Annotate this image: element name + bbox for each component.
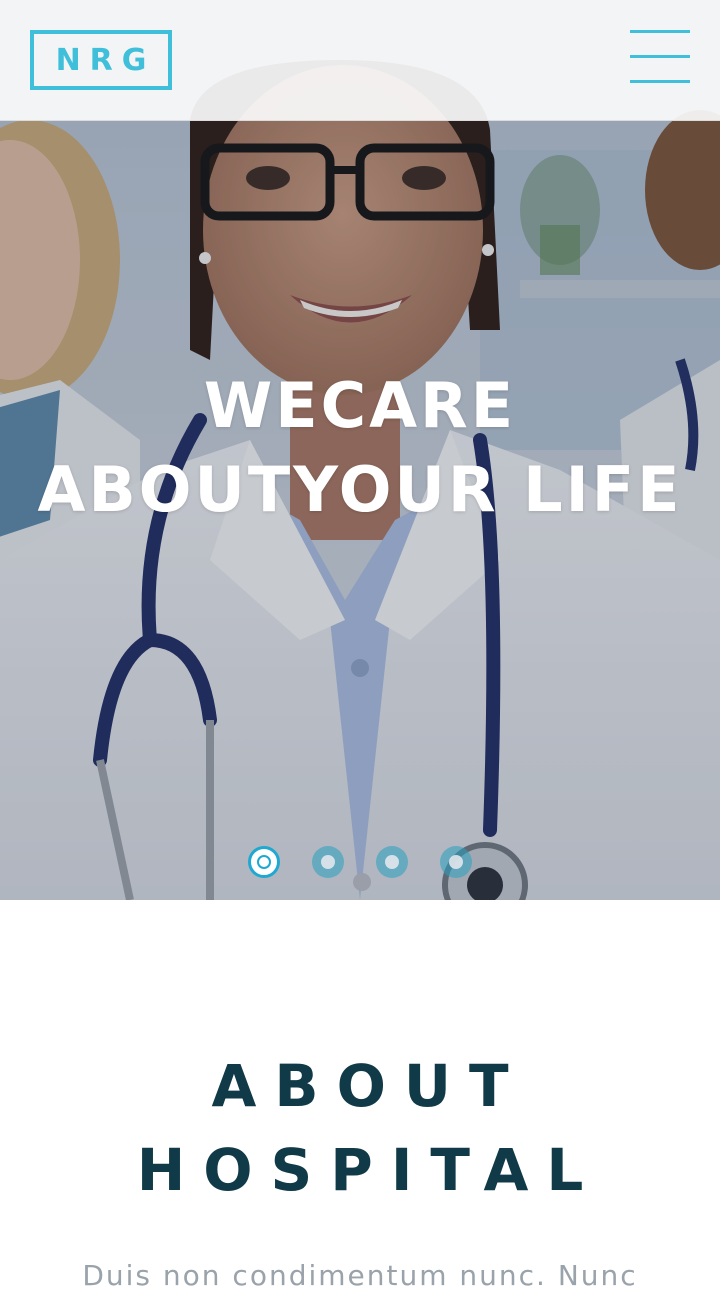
menu-bar-middle [630,55,690,58]
hero-title-line1: WECARE [203,369,517,442]
page: WECARE ABOUTYOUR LIFE NRG ABOUT HOSPITAL… [0,0,720,1314]
menu-bar-bottom [630,80,690,83]
hero-title-line2: ABOUTYOUR LIFE [37,453,683,526]
slider-pagination [0,846,720,878]
menu-bar-top [630,30,690,33]
slider-dot-4[interactable] [440,846,472,878]
slider-dot-2[interactable] [312,846,344,878]
about-section: ABOUT HOSPITAL Duis non condimentum nunc… [0,900,720,1314]
about-title-line1: ABOUT [211,1052,527,1120]
logo[interactable]: NRG [30,30,172,90]
hamburger-menu-icon[interactable] [630,30,690,86]
hero-slider: WECARE ABOUTYOUR LIFE [0,0,720,900]
about-text: Duis non condimentum nunc. Nunc [82,1259,638,1292]
slider-dot-1[interactable] [248,846,280,878]
hero-title: WECARE ABOUTYOUR LIFE [0,366,720,534]
about-title-line2: HOSPITAL [136,1136,602,1204]
site-header: NRG [0,0,720,121]
about-title: ABOUT HOSPITAL [0,1044,720,1212]
slider-dot-3[interactable] [376,846,408,878]
